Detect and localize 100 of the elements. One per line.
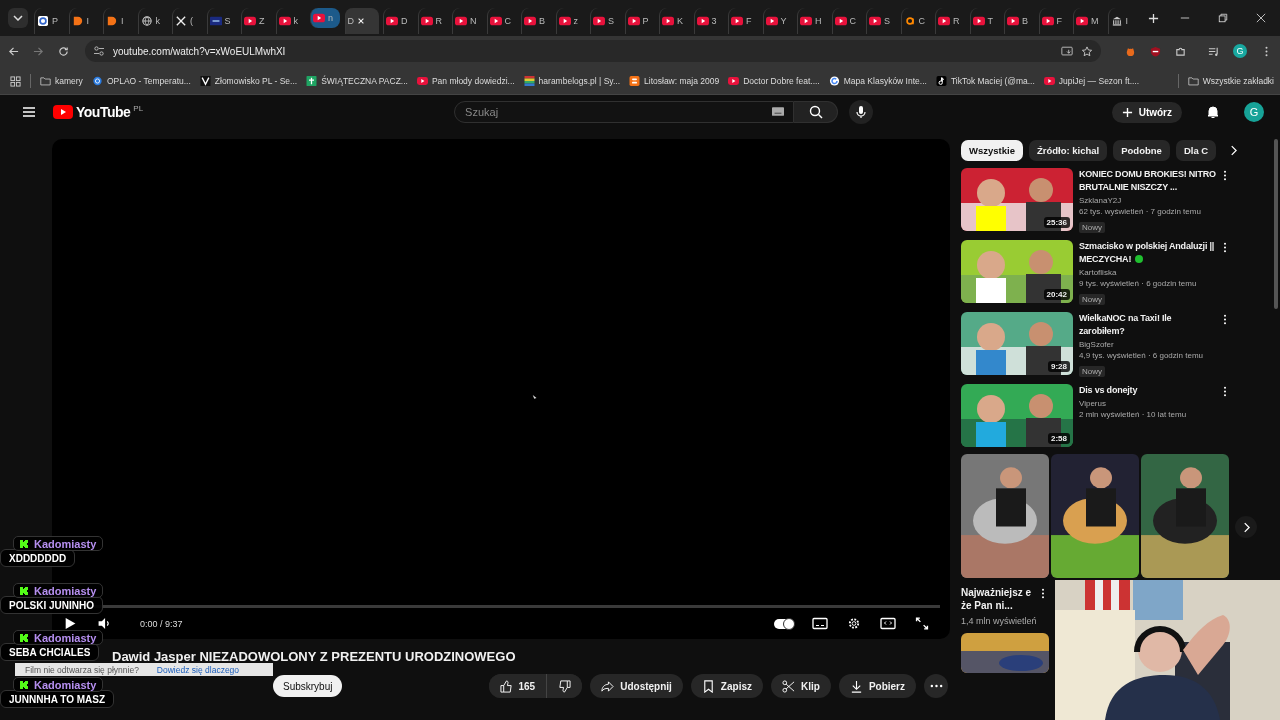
bookmark[interactable]: ŚWIĄTECZNA PACZ... [306,76,408,86]
browser-tab[interactable]: I [68,8,99,34]
browser-tab[interactable]: k [275,8,306,34]
browser-tab[interactable]: C [486,8,517,34]
browser-tab[interactable]: S [206,8,237,34]
browser-tab[interactable]: M [1073,8,1103,34]
new-tab-icon[interactable] [1148,12,1159,24]
browser-tab[interactable]: K [659,8,689,34]
video-title[interactable]: Szmacisko w polskiej Andaluzji || MECZYCHA! [1079,240,1217,266]
browser-tab[interactable]: D [383,8,413,34]
more-icon[interactable] [1223,314,1227,325]
apps-icon[interactable] [10,75,21,87]
channel-name[interactable]: BigSzofer [1079,340,1217,349]
close-icon[interactable] [357,17,365,25]
browser-tab[interactable]: I [103,8,133,34]
puzzle-icon[interactable] [1175,45,1186,57]
like-button[interactable]: 165 [488,674,548,698]
bell-icon[interactable] [1206,105,1220,119]
bookmark[interactable]: Mapa Klasyków Inte... [828,76,927,86]
filter-chip[interactable]: Dla C [1175,139,1216,161]
browser-tab[interactable]: N [452,8,482,34]
volume-icon[interactable] [96,617,112,630]
browser-tab[interactable]: C [900,8,931,34]
restore-icon[interactable] [1218,13,1228,23]
share-button[interactable]: Udostępnij [590,674,683,698]
browser-tab[interactable]: z [555,8,586,34]
subtitles-icon[interactable] [812,617,828,630]
shield-icon[interactable] [1150,45,1161,57]
browser-tab[interactable]: B [521,8,551,34]
install-icon[interactable] [1061,45,1073,57]
miniplayer-icon[interactable] [880,617,896,630]
channel-name[interactable]: Kartofliska [1079,268,1217,277]
browser-tab[interactable]: I [1107,8,1138,34]
browser-tab[interactable]: R [935,8,965,34]
more-button[interactable] [924,674,948,698]
play-logo-icon[interactable] [53,105,73,119]
browser-tab[interactable]: B [1004,8,1034,34]
browser-tab[interactable]: T [969,8,1000,34]
short-title[interactable]: Najważniejsz e że Pan ni... [961,586,1041,612]
browser-tab[interactable]: P [624,8,655,34]
browser-tab[interactable]: F [728,8,758,34]
bookmark[interactable]: Pan młody dowiedzi... [416,76,515,86]
logo-text[interactable]: YouTube [76,104,131,120]
browser-tab[interactable]: S [590,8,620,34]
browser-tab[interactable]: Z [241,8,271,34]
next-button[interactable] [1235,516,1257,538]
filter-chip[interactable]: Źródło: kichal [1028,139,1108,161]
bookmark[interactable]: JupiJej — Sezon ft.... [1043,76,1140,86]
filter-chip[interactable]: Podobne [1113,139,1170,161]
settings-icon[interactable] [846,617,862,630]
bookmark[interactable]: Doctor Dobre feat.... [728,76,820,86]
browser-tab[interactable]: ( [172,8,202,34]
learn-why-link[interactable]: Dowiedz się dlaczego [156,664,240,675]
site-settings-icon[interactable] [93,46,105,56]
bookmark[interactable]: kamery [40,76,83,86]
browser-tab[interactable]: P [34,8,64,34]
more-icon[interactable] [1223,242,1227,253]
autoplay-toggle[interactable] [774,618,794,629]
subscribe-button[interactable]: Subskrybuj [273,675,343,697]
more-icon[interactable] [1223,170,1227,181]
search-field[interactable]: Szukaj [454,101,795,123]
tab-search-button[interactable] [8,8,28,28]
browser-tab[interactable]: n [310,8,340,28]
browser-tab[interactable]: R [417,8,448,34]
download-button[interactable]: Pobierz [838,674,916,698]
browser-tab[interactable]: k [137,8,168,34]
video-title[interactable]: KONIEC DOMU BROKIES! NITRO BRUTALNIE NISZCZY ... [1079,168,1217,194]
all-bookmarks[interactable]: Wszystkie zakładki [1187,76,1274,86]
keyboard-icon[interactable] [772,107,785,116]
menu-icon[interactable] [22,106,36,118]
bookmark[interactable]: TikTok Maciej (@ma... [935,76,1035,86]
voice-search-button[interactable] [849,100,874,124]
save-button[interactable]: Zapisz [690,674,763,698]
browser-tab[interactable]: Y [762,8,793,34]
browser-tab[interactable]: D [344,8,379,34]
search-button[interactable] [794,101,839,123]
video-title[interactable]: WielkaNOC na Taxi! Ile zarobiłem? [1079,312,1217,338]
browser-tab[interactable]: C [831,8,862,34]
back-icon[interactable] [8,45,19,57]
more-icon[interactable] [1041,588,1045,599]
browser-tab[interactable]: F [1038,8,1069,34]
address-bar[interactable]: youtube.com/watch?v=xWoEULMwhXI [85,40,1101,62]
browser-tab[interactable]: 3 [693,8,724,34]
reload-icon[interactable] [58,45,69,57]
browser-tab[interactable]: H [797,8,827,34]
filter-chip[interactable]: Wszystkie [961,139,1023,161]
bookmark[interactable]: OPLAO - Temperatu... [91,76,191,86]
bookmark[interactable]: Złomowisko PL - Se... [199,76,298,86]
chevron-right-icon[interactable] [1229,144,1237,156]
star-icon[interactable] [1081,45,1093,57]
channel-name[interactable]: SzklanaY2J [1079,196,1217,205]
bookmark[interactable]: Litosław: maja 2009 [629,76,720,86]
video-title[interactable]: Dis vs donejty [1079,384,1217,397]
forward-icon[interactable] [33,45,44,57]
clip-button[interactable]: Klip [771,674,831,698]
more-icon[interactable] [1223,386,1227,397]
browser-tab[interactable]: S [866,8,896,34]
channel-name[interactable]: Viperus [1079,399,1217,408]
bookmark[interactable]: harambelogs.pl | Sy... [523,76,621,86]
media-queue-icon[interactable] [1208,45,1219,57]
